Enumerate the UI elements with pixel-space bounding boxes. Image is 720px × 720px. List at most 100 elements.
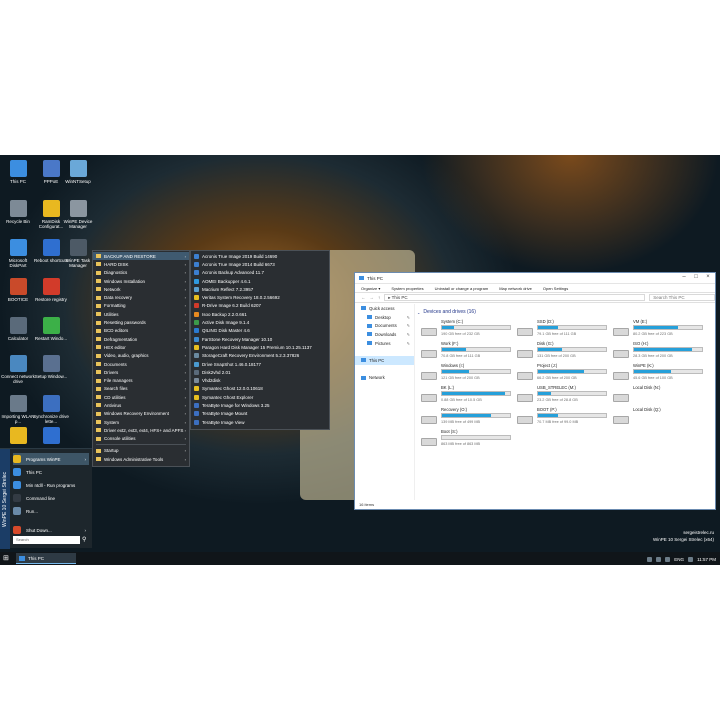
drive-tile[interactable]: SSD (D:) 79.1 GB free of 111 GB (517, 319, 609, 342)
backup-menu-item[interactable]: FarStone Recovery Manager 10.10 (191, 335, 329, 343)
programs-menu-item[interactable]: Resetting passwords › (93, 318, 189, 326)
backup-menu-item[interactable]: Paragon Hard Disk Manager 15 Premium 10.… (191, 343, 329, 351)
backup-menu-item[interactable]: Isoo Backup 2.2.0.661 (191, 310, 329, 318)
programs-menu-item[interactable]: Video, audio, graphics › (93, 352, 189, 360)
drive-tile[interactable]: WinPE (K:) 45.6 GB free of 100 GB (613, 363, 705, 386)
maximize-button[interactable]: □ (691, 274, 701, 280)
tray-app-icon[interactable] (688, 556, 694, 562)
backup-menu-item[interactable]: Drive SnapShot 1.46.0.18177 (191, 360, 329, 368)
ribbon-command[interactable]: Open Settings (543, 286, 568, 291)
desktop-icon[interactable]: WinNTSetup (60, 160, 96, 184)
drive-tile[interactable]: BOOT (P:) 70.7 MB free of 99.0 MB (517, 407, 609, 430)
backup-menu-item[interactable]: Symantec Ghost 12.0.0.10618 (191, 385, 329, 393)
start-menu-item[interactable]: Min ntdll - Run programs (13, 479, 89, 491)
drive-tile[interactable]: ISO (H:) 28.3 GB free of 200 GB (613, 341, 705, 364)
programs-menu-item[interactable]: Search files › (93, 385, 189, 393)
programs-menu-item[interactable]: Diagnostics › (93, 269, 189, 277)
drive-tile[interactable]: Boot (S:) 863 MB free of 863 MB (421, 429, 513, 452)
taskbar-item-this-pc[interactable]: This PC (16, 553, 76, 564)
nav-item[interactable]: Documents ✎ (355, 321, 414, 330)
close-button[interactable]: × (703, 274, 713, 280)
backup-menu-item[interactable]: Veritas System Recovery 18.0.2.56692 (191, 293, 329, 301)
backup-menu-item[interactable]: TeraByte Image Mount (191, 410, 329, 418)
programs-menu-item[interactable]: BCD editors › (93, 327, 189, 335)
nav-item[interactable]: Quick access (355, 304, 414, 313)
start-menu-item[interactable]: Shut Down... › (13, 524, 89, 536)
address-bar[interactable]: ▸ This PC (384, 294, 646, 301)
programs-menu-item[interactable]: Windows Recovery Environment › (93, 410, 189, 418)
backup-menu-item[interactable]: StorageCraft Recovery Environment 5.2.3.… (191, 352, 329, 360)
explorer-search-input[interactable]: Search This PC (649, 294, 715, 301)
backup-menu-item[interactable]: Active Disk Image 9.1.4 (191, 318, 329, 326)
desktop-icon[interactable]: WinPE Device Manager (60, 200, 96, 229)
desktop-icon[interactable]: Restore registry (33, 278, 69, 302)
backup-menu-item[interactable]: Vhd2disk (191, 376, 329, 384)
nav-item[interactable]: Desktop ✎ (355, 313, 414, 322)
backup-menu-item[interactable]: AOMEI Backupper 4.6.1 (191, 277, 329, 285)
desktop-icon[interactable] (0, 427, 36, 446)
backup-menu-item[interactable]: R-Drive Image 6.2 Build 6207 (191, 302, 329, 310)
backup-menu-item[interactable]: Acronis Backup Advanced 11.7 (191, 269, 329, 277)
nav-item[interactable]: This PC (355, 356, 414, 365)
desktop-icon[interactable]: Setup Window... (33, 355, 69, 379)
desktop-icon[interactable]: Recycle Bin (0, 200, 36, 224)
network-icon[interactable] (647, 556, 653, 562)
backup-menu-item[interactable]: QILING Disk Master 4.6 (191, 327, 329, 335)
language-indicator[interactable]: ENG (674, 557, 684, 562)
drive-tile[interactable]: Local Disk (N:) (613, 385, 705, 408)
desktop-icon[interactable]: Connect network drive (0, 355, 36, 384)
nav-item[interactable]: Downloads ✎ (355, 330, 414, 339)
drive-tile[interactable]: Disk (G:) 131 GB free of 200 GB (517, 341, 609, 364)
back-arrow-icon[interactable]: ← (361, 295, 366, 300)
programs-menu-item[interactable]: Windows Administrative Tools › (93, 455, 189, 463)
start-menu-item[interactable]: This PC (13, 466, 89, 478)
desktop-icon[interactable]: Synchronize drive lette... (33, 395, 69, 424)
drive-tile[interactable]: BK (L:) 0.88 GB free of 10.5 GB (421, 385, 513, 408)
programs-menu-item[interactable]: Formatting › (93, 302, 189, 310)
programs-menu-item[interactable]: Data recovery › (93, 293, 189, 301)
backup-menu-item[interactable]: Macrium Reflect 7.2.3957 (191, 285, 329, 293)
start-menu-item[interactable]: Command line (13, 492, 89, 504)
explorer-title-bar[interactable]: This PC – □ × (355, 273, 715, 284)
backup-menu-item[interactable]: Acronis True Image 2019 Build 14690 (191, 252, 329, 260)
backup-menu-item[interactable]: Symantec Ghost Explorer (191, 393, 329, 401)
drive-tile[interactable]: VM (E:) 80.2 GB free of 223 GB (613, 319, 705, 342)
drive-tile[interactable]: Recovery (O:) 139 MB free of 499 MB (421, 407, 513, 430)
backup-menu-item[interactable]: Disk2vhd 2.01 (191, 368, 329, 376)
programs-menu-item[interactable]: Documents › (93, 360, 189, 368)
programs-menu-item[interactable]: Driver ext2, ext3, ext4, HFS+ and APFS › (93, 426, 189, 434)
programs-menu-item[interactable]: Utilities › (93, 310, 189, 318)
forward-arrow-icon[interactable]: → (370, 295, 375, 300)
programs-menu-item[interactable]: Drivers › (93, 368, 189, 376)
keyboard-icon[interactable] (665, 556, 671, 562)
programs-menu-item[interactable]: Console utilities › (93, 435, 189, 443)
devices-group-header[interactable]: ⌄ Devices and drives (16) (417, 307, 715, 317)
ribbon-command[interactable]: Organize ▾ (361, 286, 380, 291)
programs-menu-item[interactable]: Antivirus › (93, 401, 189, 409)
desktop-icon[interactable]: This PC (0, 160, 36, 184)
nav-item[interactable]: Network (355, 374, 414, 383)
backup-menu-item[interactable]: Acronis True Image 2014 Build 6673 (191, 260, 329, 268)
start-menu-item[interactable]: Run... (13, 505, 89, 517)
desktop-icon[interactable] (33, 427, 69, 446)
desktop-icon[interactable]: Calculator (0, 317, 36, 341)
nav-item[interactable]: Pictures ✎ (355, 339, 414, 348)
desktop-icon[interactable]: BOOTICE (0, 278, 36, 302)
drive-tile[interactable]: Work (F:) 70.8 GB free of 111 GB (421, 341, 513, 364)
start-button[interactable]: ⊞ (3, 555, 11, 563)
ribbon-command[interactable]: System properties (391, 286, 423, 291)
drive-tile[interactable]: System (C:) 190 GB free of 232 GB (421, 319, 513, 342)
programs-menu-item[interactable]: Startup › (93, 447, 189, 455)
drive-tile[interactable]: Local Disk (Q:) (613, 407, 705, 430)
programs-menu-item[interactable]: Windows Installation › (93, 277, 189, 285)
programs-menu-item[interactable]: BACKUP AND RESTORE › (93, 252, 189, 261)
drive-tile[interactable]: USB_STRELEC (M:) 23.2 GB free of 28.8 GB (517, 385, 609, 408)
programs-menu-item[interactable]: Network › (93, 285, 189, 293)
search-icon[interactable]: ⚲ (82, 536, 90, 544)
programs-menu-item[interactable]: HARD DISK › (93, 260, 189, 268)
drive-tile[interactable]: Project (J:) 66.2 GB free of 200 GB (517, 363, 609, 386)
drive-tile[interactable]: Windows (I:) 121 GB free of 200 GB (421, 363, 513, 386)
programs-menu-item[interactable]: System › (93, 418, 189, 426)
desktop-icon[interactable]: WinPE Task Manager (60, 239, 96, 268)
start-search-input[interactable]: Search (13, 536, 80, 544)
